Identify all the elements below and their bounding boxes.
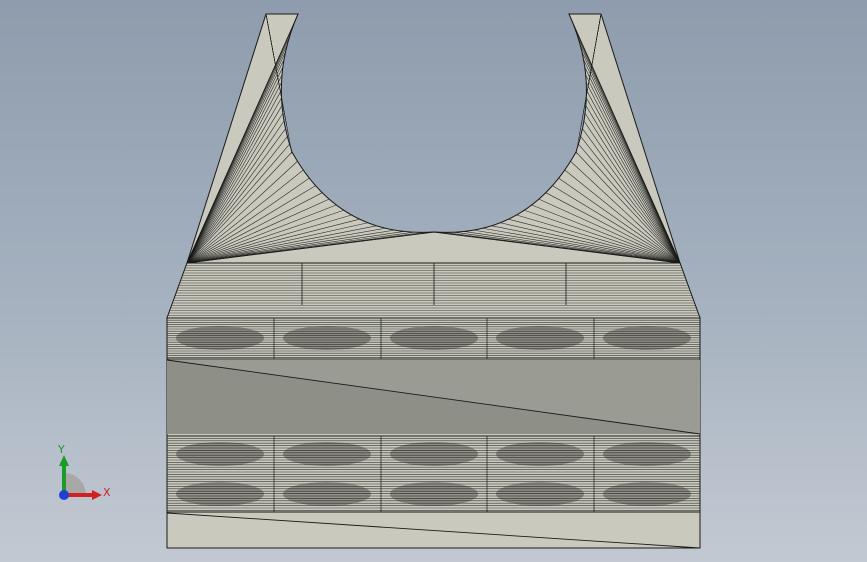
fan-cluster-upper bbox=[390, 326, 478, 350]
fan-cluster-mid bbox=[496, 442, 584, 466]
x-axis-arrowhead bbox=[92, 490, 102, 500]
upper-bracket bbox=[166, 13, 701, 319]
fan-cluster-low bbox=[603, 482, 691, 506]
3d-viewport[interactable]: X Y bbox=[0, 0, 867, 562]
lower-block bbox=[166, 317, 701, 549]
fan-cluster-upper bbox=[283, 326, 371, 350]
y-axis-arrowhead bbox=[59, 455, 69, 466]
fan-cluster-low bbox=[176, 482, 264, 506]
fan-cluster-mid bbox=[176, 442, 264, 466]
fan-cluster-low bbox=[390, 482, 478, 506]
fan-cluster-low bbox=[283, 482, 371, 506]
fan-cluster-upper bbox=[496, 326, 584, 350]
fan-cluster-low bbox=[496, 482, 584, 506]
part-model[interactable] bbox=[0, 0, 867, 562]
fan-cluster-upper bbox=[603, 326, 691, 350]
fan-cluster-mid bbox=[603, 442, 691, 466]
fan-cluster-upper bbox=[176, 326, 264, 350]
y-axis-label: Y bbox=[58, 443, 65, 456]
z-axis-dot bbox=[59, 490, 69, 500]
axis-triad: X Y bbox=[50, 440, 120, 510]
x-axis-label: X bbox=[103, 486, 111, 499]
fan-cluster-mid bbox=[283, 442, 371, 466]
fan-cluster-mid bbox=[390, 442, 478, 466]
